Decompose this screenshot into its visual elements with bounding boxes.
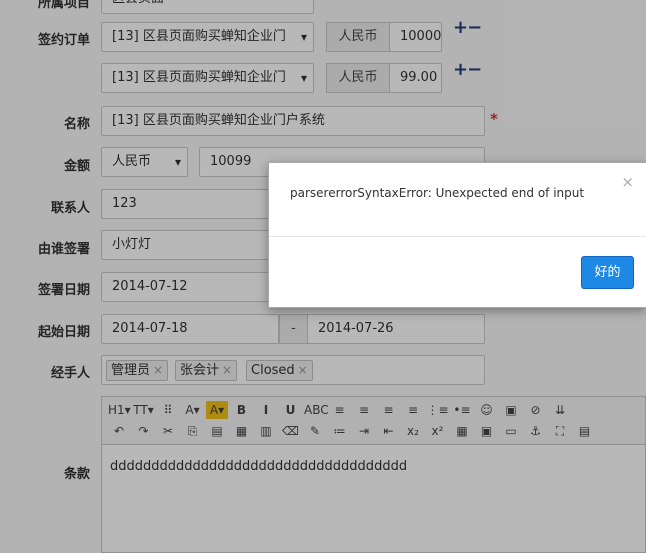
dialog-body: parsererrorSyntaxError: Unexpected end o… xyxy=(269,163,646,237)
ok-button[interactable]: 好的 xyxy=(581,256,634,289)
close-icon[interactable]: × xyxy=(621,173,634,191)
alert-dialog: parsererrorSyntaxError: Unexpected end o… xyxy=(268,162,646,308)
dialog-message: parsererrorSyntaxError: Unexpected end o… xyxy=(290,186,585,200)
